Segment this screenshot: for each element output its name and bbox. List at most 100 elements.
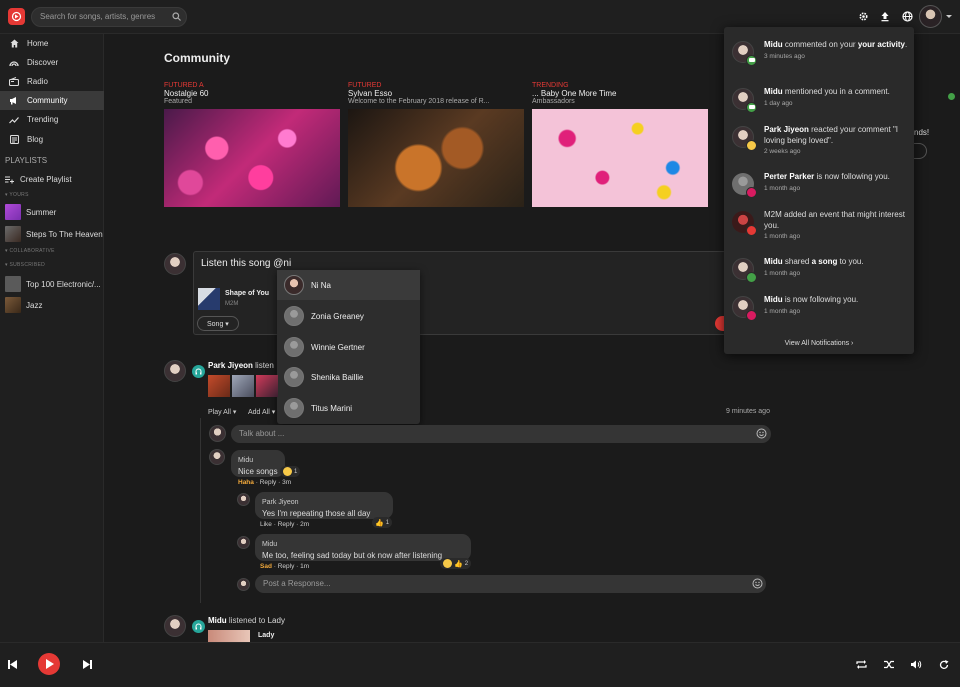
- friends-heading: nds!: [914, 128, 930, 137]
- emoji-icon[interactable]: [756, 428, 767, 439]
- my-avatar: [164, 253, 186, 275]
- reaction-button[interactable]: Haha: [238, 479, 254, 486]
- notification-item[interactable]: Midu shared a song to you. 1 month ago: [724, 252, 914, 291]
- avatar[interactable]: [209, 449, 225, 465]
- yours-label: ▾ YOURS: [5, 192, 29, 198]
- sidebar-item-discover[interactable]: Discover: [0, 53, 104, 72]
- album-thumbnail[interactable]: [232, 375, 254, 397]
- post-user-link[interactable]: Park Jiyeon: [208, 361, 253, 370]
- search-input[interactable]: Search for songs, artists, genres: [31, 7, 187, 27]
- create-playlist-button[interactable]: Create Playlist: [5, 175, 72, 184]
- search-icon[interactable]: [172, 12, 181, 21]
- album-thumbnail[interactable]: [208, 375, 230, 397]
- shuffle-icon[interactable]: [884, 660, 895, 669]
- composer-input-text[interactable]: Listen this song @ni: [201, 258, 291, 269]
- album-thumbnail[interactable]: [256, 375, 278, 397]
- play-button[interactable]: [38, 653, 60, 675]
- user-avatar[interactable]: [919, 5, 942, 28]
- my-avatar: [209, 425, 226, 442]
- post-timestamp: 9 minutes ago: [726, 408, 770, 415]
- blog-icon: [9, 135, 19, 145]
- globe-icon[interactable]: [902, 11, 913, 22]
- sidebar-item-label: Community: [27, 96, 68, 105]
- view-all-notifications-link[interactable]: View All Notifications ›: [724, 340, 914, 347]
- mention-badge-icon: [746, 102, 757, 113]
- featured-card[interactable]: TRENDING ... Baby One More Time Ambassad…: [532, 82, 708, 207]
- share-badge-icon: [746, 272, 757, 283]
- my-avatar: [237, 578, 250, 591]
- avatar[interactable]: [237, 493, 250, 506]
- reaction-button[interactable]: Sad: [260, 563, 272, 570]
- repeat-icon[interactable]: [856, 660, 867, 669]
- response-input[interactable]: Post a Response...: [255, 575, 766, 593]
- notification-item[interactable]: Midu mentioned you in a comment. 1 day ag…: [724, 82, 914, 121]
- mention-option[interactable]: Winnie Gertner: [277, 332, 420, 362]
- album-thumbnail[interactable]: [208, 630, 250, 642]
- avatar[interactable]: [237, 536, 250, 549]
- sidebar-item-blog[interactable]: Blog: [0, 130, 104, 149]
- emoji-icon[interactable]: [752, 578, 763, 589]
- reaction-count[interactable]: 👍 2: [440, 558, 472, 569]
- featured-card[interactable]: FUTURED A Nostalgie 60 Featured: [164, 82, 340, 207]
- add-all-button[interactable]: Add All ▾: [248, 408, 275, 416]
- volume-icon[interactable]: [911, 660, 922, 669]
- attached-song-artist: M2M: [225, 301, 239, 307]
- haha-emoji-icon: [283, 467, 292, 476]
- avatar[interactable]: [164, 615, 186, 637]
- attached-song-title: Shape of You: [225, 290, 270, 297]
- mention-option[interactable]: Ni Na: [277, 270, 420, 300]
- mention-option[interactable]: Zonia Greaney: [277, 301, 420, 331]
- refresh-icon[interactable]: [939, 660, 949, 670]
- reaction-count[interactable]: 1: [280, 466, 301, 477]
- upload-icon[interactable]: [880, 11, 890, 22]
- notification-item[interactable]: Midu commented on your your activity. 3 m…: [724, 35, 914, 74]
- playlist-item[interactable]: Top 100 Electronic/...: [5, 276, 101, 292]
- community-megaphone-icon: [9, 96, 19, 106]
- next-track-icon[interactable]: [83, 660, 92, 669]
- sidebar-item-label: Discover: [27, 58, 59, 67]
- headphones-icon: [192, 620, 205, 633]
- talk-about-input[interactable]: Talk about ...: [231, 425, 771, 443]
- previous-track-icon[interactable]: [8, 660, 17, 669]
- playlist-item[interactable]: Summer: [5, 204, 56, 220]
- mention-option[interactable]: Shenika Baillie: [277, 362, 420, 392]
- notification-item[interactable]: M2M added an event that might interest y…: [724, 205, 914, 244]
- playlists-heading: PLAYLISTS: [5, 156, 48, 165]
- reply-button[interactable]: Reply: [278, 521, 295, 528]
- sidebar-item-community[interactable]: Community: [0, 91, 104, 110]
- notification-item[interactable]: Midu is now following you. 1 month ago: [724, 290, 914, 329]
- like-button[interactable]: Like: [260, 521, 272, 528]
- featured-card[interactable]: FUTURED Sylvan Esso Welcome to the Febru…: [348, 82, 524, 207]
- reply-button[interactable]: Reply: [260, 479, 277, 486]
- mention-option[interactable]: Titus Marini: [277, 393, 420, 423]
- chevron-down-icon[interactable]: [946, 15, 952, 18]
- notification-item[interactable]: Park Jiyeon reacted your comment "I lovi…: [724, 120, 914, 159]
- follow-badge-icon: [746, 310, 757, 321]
- thumbs-up-icon: 👍: [375, 519, 384, 527]
- player-bar: [0, 642, 960, 687]
- add-playlist-icon: [5, 176, 14, 184]
- playlist-item[interactable]: Steps To The Heaven: [5, 226, 103, 242]
- sidebar-item-radio[interactable]: Radio: [0, 72, 104, 91]
- sidebar-item-home[interactable]: Home: [0, 34, 104, 53]
- song-link[interactable]: Lady: [268, 616, 285, 625]
- sidebar-item-trending[interactable]: Trending: [0, 110, 104, 129]
- avatar[interactable]: [164, 360, 186, 382]
- settings-gear-icon[interactable]: [858, 11, 869, 22]
- app-logo-icon[interactable]: [8, 8, 25, 25]
- post-user-link[interactable]: Midu: [208, 616, 227, 625]
- play-icon: [45, 659, 54, 669]
- comment-actions: Sad · Reply · 1m: [260, 563, 310, 570]
- subscribed-label: ▾ SUBSCRIBED: [5, 262, 46, 268]
- avatar: [284, 275, 304, 295]
- playlist-thumbnail: [5, 204, 21, 220]
- play-all-button[interactable]: Play All ▾: [208, 408, 236, 416]
- notification-item[interactable]: Perter Parker is now following you. 1 mon…: [724, 167, 914, 206]
- reaction-count[interactable]: 👍 1: [372, 517, 393, 528]
- song-type-dropdown[interactable]: Song ▾: [197, 316, 239, 331]
- playlist-item[interactable]: Jazz: [5, 297, 42, 313]
- reply-button[interactable]: Reply: [278, 563, 295, 570]
- card-image: [164, 109, 340, 207]
- post-header: Park Jiyeon listen: [208, 361, 274, 370]
- comment-bubble: Midu Me too, feeling sad today but ok no…: [255, 534, 471, 561]
